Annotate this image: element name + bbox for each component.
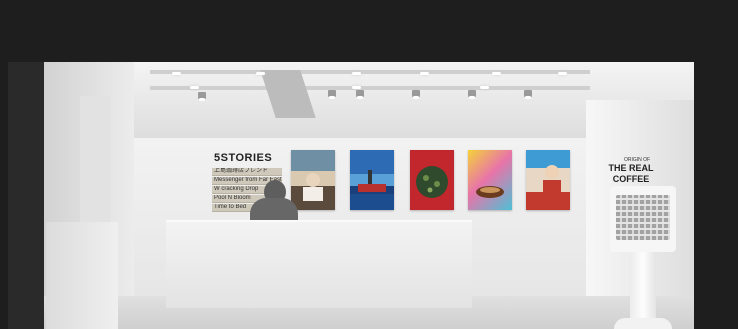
sign-headline: THE REAL — [608, 163, 654, 173]
person-silhouette-body — [250, 198, 298, 222]
sign-headline: COFFEE — [612, 174, 650, 184]
spotlight — [356, 90, 364, 99]
menu-item: 上島珈琲店ブレンド — [212, 168, 282, 176]
left-pillar — [8, 62, 44, 329]
downlight — [352, 72, 361, 75]
downlight — [352, 86, 361, 89]
spotlight — [412, 90, 420, 99]
downlight — [492, 72, 501, 75]
spotlight — [198, 92, 206, 101]
downlight — [256, 72, 265, 75]
artwork-figure — [526, 150, 570, 210]
spotlight — [524, 90, 532, 99]
coffee-machine-stem — [630, 252, 656, 322]
artwork-coffee-cup — [468, 150, 512, 210]
brand-logo: 5STORIES — [214, 152, 273, 164]
spotlight — [468, 90, 476, 99]
coffee-machine-grid — [616, 195, 670, 240]
downlight — [172, 72, 181, 75]
coffee-machine-base — [614, 318, 672, 329]
spotlight — [328, 90, 336, 99]
artwork-ship — [350, 150, 394, 210]
store-render: 5STORIES 上島珈琲店ブレンド Messenger from Far Ea… — [0, 0, 738, 329]
downlight — [420, 72, 429, 75]
downlight — [558, 72, 567, 75]
downlight — [190, 86, 199, 89]
service-counter — [166, 220, 472, 308]
artwork-coffee-beans — [410, 150, 454, 210]
artwork-portrait — [291, 150, 335, 210]
light-track — [150, 70, 590, 74]
right-pillar — [694, 62, 738, 329]
downlight — [480, 86, 489, 89]
counter-side — [46, 222, 118, 329]
